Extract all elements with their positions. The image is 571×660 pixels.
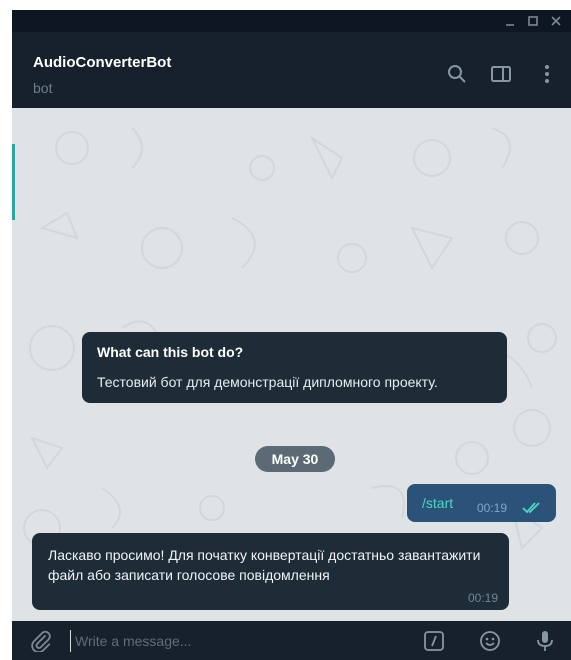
message-time: 00:19: [467, 591, 498, 605]
bot-info-card: What can this bot do? Тестовий бот для д…: [82, 332, 507, 403]
incoming-message[interactable]: Ласкаво просимо! Для початку конвертації…: [32, 533, 509, 610]
chat-area[interactable]: What can this bot do? Тестовий бот для д…: [12, 108, 571, 621]
bot-info-question: What can this bot do?: [97, 344, 244, 360]
chat-subtitle: bot: [33, 80, 53, 96]
outgoing-message[interactable]: /start 00:19: [407, 484, 556, 522]
emoji-icon[interactable]: [478, 629, 502, 653]
window-titlebar: [12, 10, 571, 32]
attach-icon[interactable]: [29, 629, 53, 653]
search-icon[interactable]: [445, 62, 469, 86]
minimize-icon[interactable]: [499, 10, 521, 32]
message-text: Ласкаво просимо! Для початку конвертації…: [48, 547, 481, 583]
message-time: 00:19: [477, 501, 508, 515]
bot-commands-icon[interactable]: [422, 629, 446, 653]
bot-command-link[interactable]: /start: [422, 495, 453, 511]
more-vert-icon[interactable]: [535, 62, 559, 86]
message-composer: [12, 621, 571, 660]
chat-title[interactable]: AudioConverterBot: [33, 54, 171, 71]
telegram-window: AudioConverterBot bot What can this bot …: [12, 10, 571, 660]
maximize-icon[interactable]: [522, 10, 544, 32]
message-input[interactable]: [70, 630, 400, 652]
sidebar-toggle-icon[interactable]: [489, 62, 513, 86]
bot-info-description: Тестовий бот для демонстрації дипломного…: [97, 374, 438, 390]
unread-indicator: [12, 144, 15, 220]
microphone-icon[interactable]: [533, 629, 557, 653]
read-receipt-icon: [522, 501, 542, 519]
close-icon[interactable]: [545, 10, 567, 32]
date-separator: May 30: [255, 446, 335, 472]
chat-header: AudioConverterBot bot: [12, 32, 571, 108]
